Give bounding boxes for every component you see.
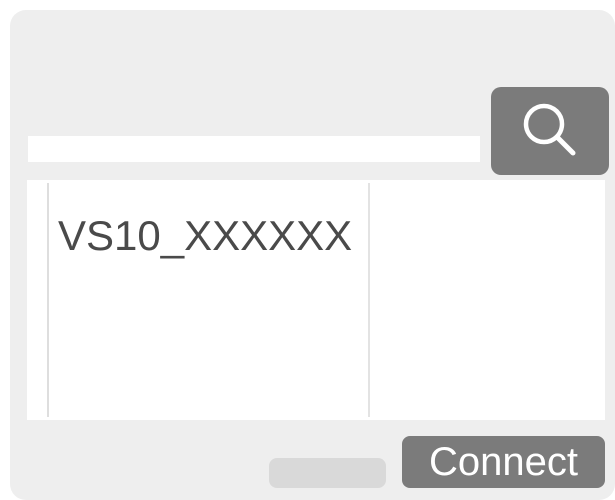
- connect-button[interactable]: Connect: [402, 436, 605, 488]
- scrollbar[interactable]: [269, 458, 386, 488]
- column-divider: [47, 183, 49, 417]
- search-button[interactable]: [491, 87, 609, 175]
- device-list-item[interactable]: VS10_XXXXXX: [58, 206, 358, 266]
- search-input[interactable]: [28, 136, 480, 162]
- column-divider: [368, 183, 370, 417]
- search-icon: [518, 99, 582, 163]
